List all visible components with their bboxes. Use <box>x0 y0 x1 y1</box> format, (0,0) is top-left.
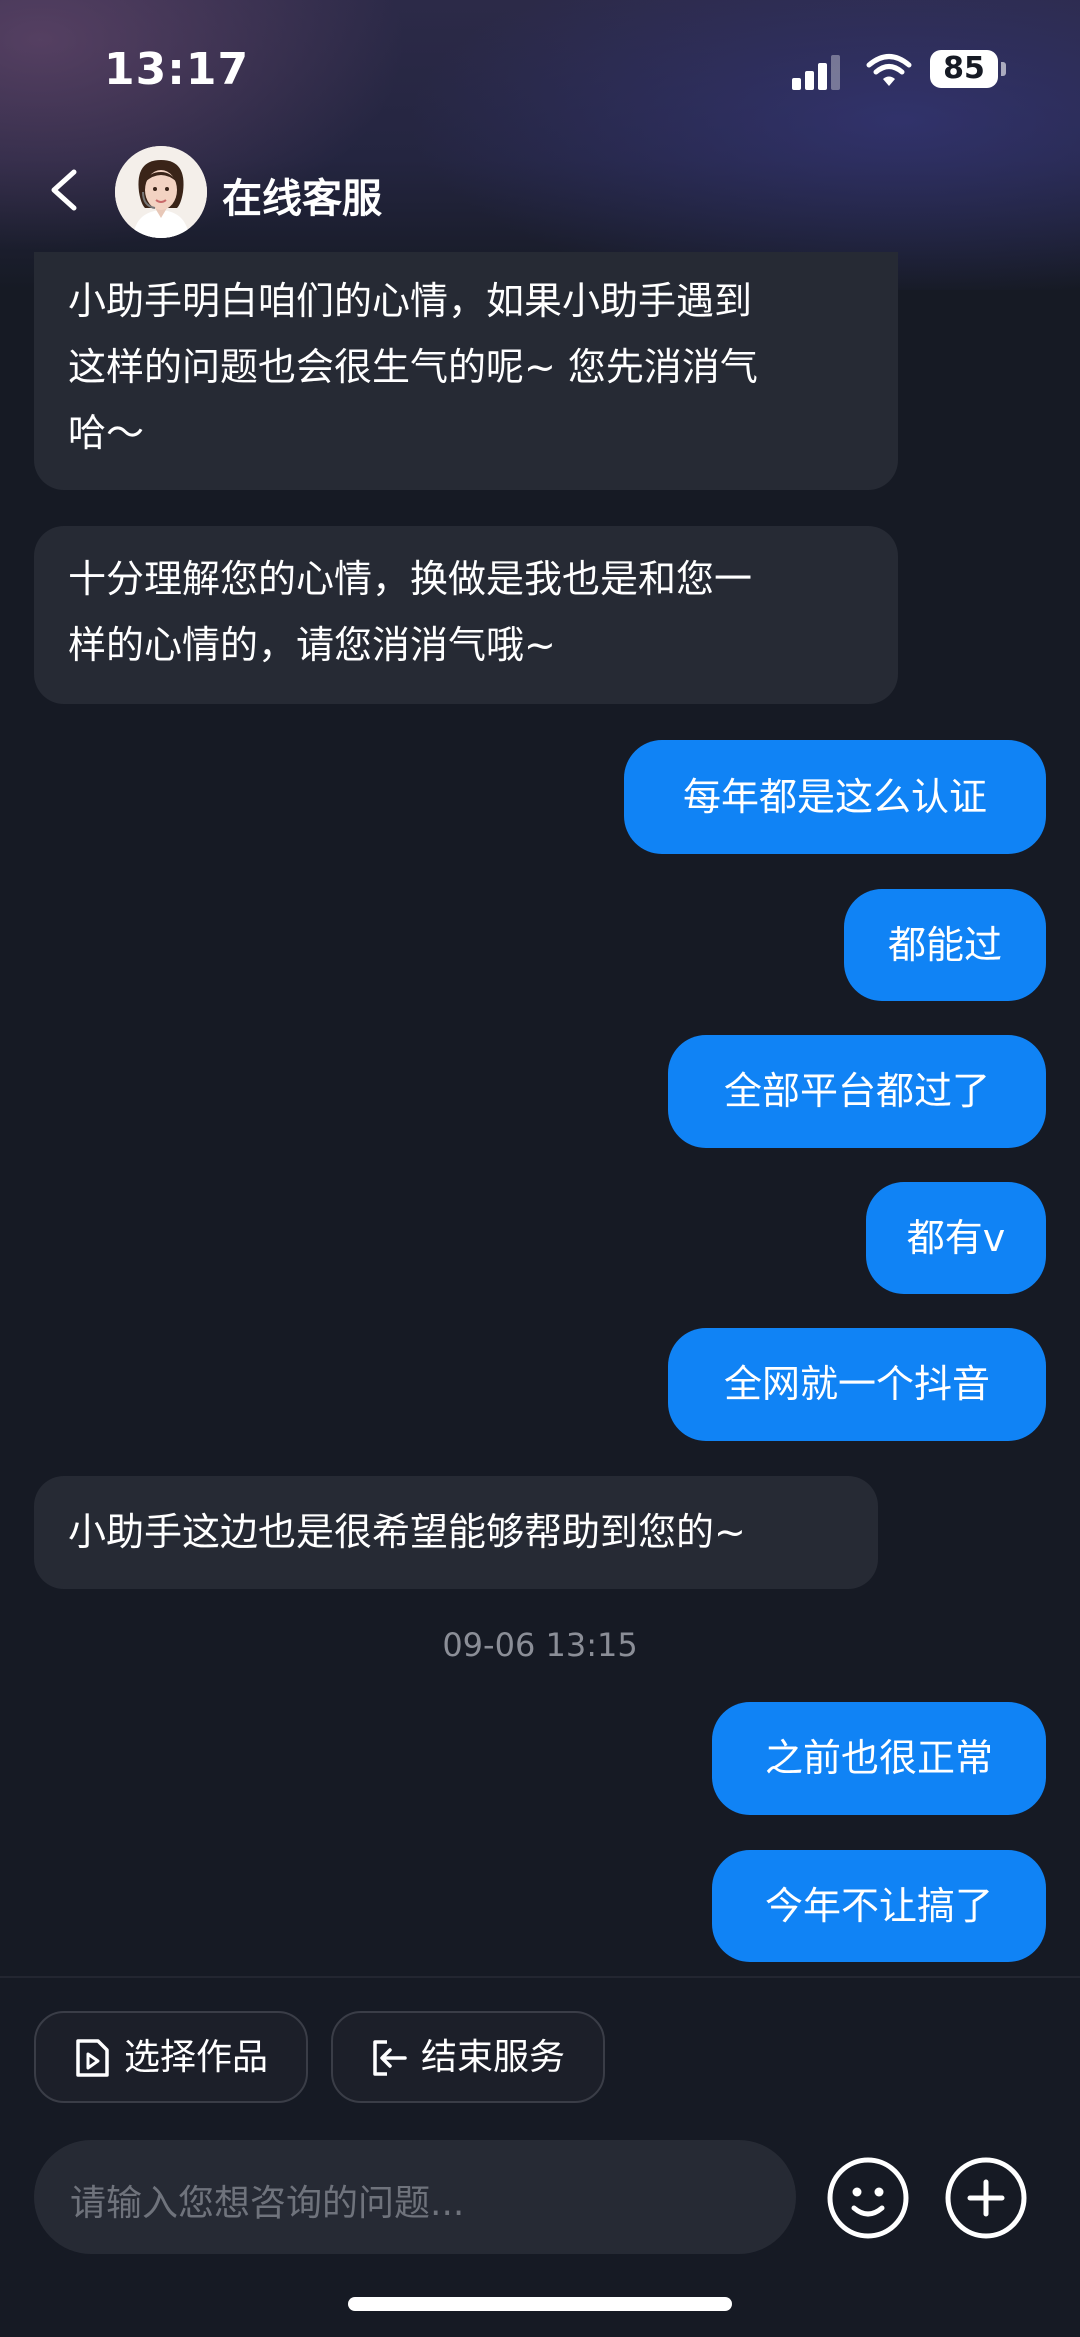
message-text: 小助手明白咱们的心情，如果小助手遇到 <box>68 279 753 323</box>
agent-avatar-image <box>115 146 207 238</box>
message-bubble-incoming: 十分理解您的心情，换做是我也是和您一 样的心情的，请您消消气哦~ <box>34 526 898 704</box>
input-placeholder: 请输入您想咨询的问题... <box>70 2183 465 2224</box>
agent-avatar[interactable] <box>115 146 207 238</box>
select-work-button[interactable]: 选择作品 <box>34 2011 308 2103</box>
wifi-icon <box>866 54 912 86</box>
message-text: 十分理解您的心情，换做是我也是和您一 <box>68 557 753 601</box>
message-bubble-outgoing: 之前也很正常 <box>712 1702 1046 1815</box>
select-work-label: 选择作品 <box>124 2037 269 2078</box>
battery-cap <box>1001 62 1006 76</box>
message-bubble-outgoing: 都有v <box>866 1182 1046 1294</box>
message-text: 今年不让搞了 <box>764 1884 993 1928</box>
message-text: 小助手这边也是很希望能够帮助到您的~ <box>68 1510 746 1554</box>
message-text: 都有v <box>906 1216 1006 1260</box>
message-bubble-incoming: 小助手这边也是很希望能够帮助到您的~ <box>34 1476 878 1589</box>
message-timestamp: 09-06 13:15 <box>442 1626 638 1664</box>
exit-icon <box>373 2040 407 2076</box>
message-bubble-outgoing: 全网就一个抖音 <box>668 1328 1046 1441</box>
message-bubble-outgoing: 今年不让搞了 <box>712 1850 1046 1962</box>
message-bubble-outgoing: 每年都是这么认证 <box>624 740 1046 854</box>
message-text: 每年都是这么认证 <box>682 775 987 819</box>
end-service-button[interactable]: 结束服务 <box>331 2011 605 2103</box>
back-button[interactable] <box>38 150 92 230</box>
message-input[interactable]: 请输入您想咨询的问题... <box>34 2140 796 2254</box>
divider <box>0 1976 1080 1978</box>
message-text: 全网就一个抖音 <box>723 1362 990 1406</box>
home-indicator <box>348 2297 732 2311</box>
message-text: 哈～ <box>68 411 145 455</box>
message-text: 这样的问题也会很生气的呢~ 您先消消气 <box>68 345 758 389</box>
message-bubble-incoming: 小助手明白咱们的心情，如果小助手遇到 这样的问题也会很生气的呢~ 您先消消气 哈… <box>34 252 898 490</box>
message-text: 都能过 <box>887 923 1002 967</box>
page-title: 在线客服 <box>222 176 382 222</box>
message-text: 样的心情的，请您消消气哦~ <box>68 623 556 667</box>
plus-icon[interactable] <box>944 2156 1028 2240</box>
message-text: 之前也很正常 <box>764 1736 993 1780</box>
battery-icon: 85 <box>930 50 1006 90</box>
message-bubble-outgoing: 都能过 <box>844 889 1046 1001</box>
emoji-icon[interactable] <box>826 2156 910 2240</box>
signal-icon <box>792 55 840 90</box>
battery-level: 85 <box>930 50 998 88</box>
end-service-label: 结束服务 <box>421 2037 566 2078</box>
document-play-icon <box>76 2039 109 2077</box>
status-time: 13:17 <box>104 44 250 95</box>
message-bubble-outgoing: 全部平台都过了 <box>668 1035 1046 1148</box>
message-text: 全部平台都过了 <box>723 1069 990 1113</box>
